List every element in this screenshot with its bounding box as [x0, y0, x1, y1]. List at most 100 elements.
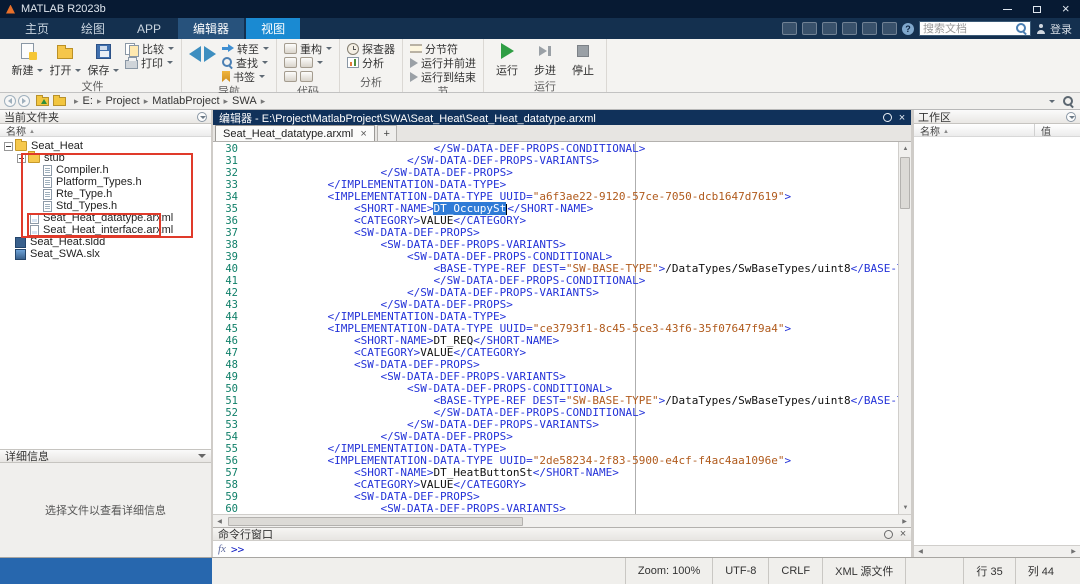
- step-button[interactable]: 步进: [529, 42, 561, 78]
- print-button[interactable]: 打印: [125, 56, 174, 70]
- tree-item-stub[interactable]: stub: [0, 151, 211, 164]
- breadcrumb-segment[interactable]: MatlabProject: [150, 95, 221, 107]
- navigate-back-button[interactable]: [189, 46, 201, 65]
- panel-menu-icon[interactable]: [197, 111, 207, 122]
- doc-search-input[interactable]: [923, 22, 1016, 35]
- close-panel-icon[interactable]: [900, 528, 906, 540]
- current-folder-header: 当前文件夹: [0, 110, 211, 124]
- statusbar: Zoom: 100% UTF-8 CRLF XML 源文件 行 35 列 44: [0, 557, 1080, 584]
- tree-item-Rte_Type.h[interactable]: Rte_Type.h: [0, 188, 211, 200]
- code-area[interactable]: </SW-DATA-DEF-PROPS-CONDITIONAL> </SW-DA…: [243, 142, 898, 514]
- close-panel-icon[interactable]: [899, 112, 905, 124]
- scroll-down-arrow[interactable]: [899, 501, 911, 514]
- chevron-down-icon: [326, 47, 332, 50]
- copy-icon[interactable]: [822, 22, 837, 35]
- collapse-toggle-icon[interactable]: [4, 141, 13, 151]
- tab-view[interactable]: 视图: [246, 18, 301, 39]
- code-tools-row-2[interactable]: [284, 70, 332, 83]
- help-icon[interactable]: [902, 22, 914, 35]
- tree-item-Seat_Heat_datatype.arxml[interactable]: Seat_Heat_datatype.arxml: [0, 212, 211, 224]
- find-button[interactable]: 查找: [222, 56, 269, 70]
- tab-apps[interactable]: APP: [122, 18, 176, 39]
- up-folder-button[interactable]: [36, 94, 49, 106]
- browse-folder-button[interactable]: [53, 94, 66, 106]
- status-filetype[interactable]: XML 源文件: [822, 558, 905, 584]
- save-button[interactable]: 保存: [87, 42, 119, 78]
- chevron-down-icon: [168, 47, 174, 50]
- analyze-button[interactable]: 分析: [347, 56, 395, 70]
- address-search-icon[interactable]: [1063, 95, 1074, 107]
- navigate-forward-button[interactable]: [204, 46, 216, 65]
- workspace-scrollbar[interactable]: [914, 545, 1080, 557]
- breadcrumb-segment[interactable]: E:: [81, 95, 95, 107]
- goto-button[interactable]: 转至: [222, 42, 269, 56]
- status-encoding[interactable]: UTF-8: [712, 558, 768, 584]
- document-tab[interactable]: Seat_Heat_datatype.arxml: [215, 125, 375, 141]
- stop-button[interactable]: 停止: [567, 42, 599, 78]
- run-button[interactable]: 运行: [491, 42, 523, 78]
- name-column-header[interactable]: 名称: [0, 124, 211, 138]
- tab-editor[interactable]: 编辑器: [178, 18, 245, 39]
- tree-item-Std_Types.h[interactable]: Std_Types.h: [0, 200, 211, 212]
- sort-ascending-icon: [26, 125, 35, 136]
- address-bar-right: [1048, 95, 1074, 107]
- new-button[interactable]: 新建: [11, 42, 43, 78]
- new-tab-button[interactable]: [376, 125, 397, 141]
- code-line-60[interactable]: <SW-DATA-DEF-PROPS-VARIANTS>: [243, 503, 898, 515]
- tab-home[interactable]: 主页: [10, 18, 64, 39]
- cut-icon[interactable]: [802, 22, 817, 35]
- workspace-name-column[interactable]: 名称: [914, 124, 1035, 138]
- section-break-button[interactable]: 分节符: [410, 42, 476, 56]
- maximize-button[interactable]: [1022, 0, 1051, 18]
- redo-icon[interactable]: [882, 22, 897, 35]
- bookmark-button[interactable]: 书签: [222, 70, 269, 84]
- close-tab-icon[interactable]: [360, 128, 366, 140]
- horizontal-scrollbar[interactable]: [213, 514, 911, 527]
- back-arrow-icon: [8, 98, 12, 104]
- undo-icon[interactable]: [862, 22, 877, 35]
- breadcrumb-segment[interactable]: SWA: [230, 95, 259, 107]
- chevron-down-icon: [74, 68, 81, 72]
- run-advance-button[interactable]: 运行并前进: [410, 56, 476, 70]
- signin-button[interactable]: 登录: [1036, 21, 1072, 37]
- tree-item-Platform_Types.h[interactable]: Platform_Types.h: [0, 176, 211, 188]
- panel-menu-icon[interactable]: [1066, 111, 1076, 122]
- details-header[interactable]: 详细信息: [0, 449, 211, 463]
- profiler-button[interactable]: 探查器: [347, 42, 395, 56]
- tab-plots[interactable]: 绘图: [66, 18, 120, 39]
- collapse-toggle-icon[interactable]: [17, 153, 26, 163]
- compare-button[interactable]: 比较: [125, 42, 174, 57]
- save-icon[interactable]: [782, 22, 797, 35]
- forward-button[interactable]: [18, 95, 30, 107]
- tree-item-Seat_SWA.slx[interactable]: Seat_SWA.slx: [0, 248, 211, 260]
- doc-search-box[interactable]: [919, 21, 1031, 36]
- back-button[interactable]: [4, 95, 16, 107]
- refactor-button[interactable]: 重构: [284, 42, 332, 56]
- scroll-right-arrow[interactable]: [898, 515, 911, 528]
- code-tools-row-1[interactable]: [284, 56, 332, 69]
- tree-item-Seat_Heat.sldd[interactable]: Seat_Heat.sldd: [0, 236, 211, 248]
- status-zoom[interactable]: Zoom: 100%: [624, 558, 712, 584]
- panel-actions-icon[interactable]: [883, 529, 893, 539]
- workspace-value-column[interactable]: 值: [1035, 124, 1080, 138]
- vertical-scroll-thumb[interactable]: [900, 157, 910, 209]
- address-dropdown-icon[interactable]: [1049, 99, 1055, 103]
- tree-item-Compiler.h[interactable]: Compiler.h: [0, 164, 211, 176]
- command-prompt-area[interactable]: fx >>: [213, 541, 911, 557]
- tree-item-Seat_Heat_interface.arxml[interactable]: Seat_Heat_interface.arxml: [0, 224, 211, 236]
- vertical-scroll-track[interactable]: [899, 155, 911, 501]
- paste-icon[interactable]: [842, 22, 857, 35]
- panel-actions-icon[interactable]: [882, 113, 892, 122]
- status-eol[interactable]: CRLF: [768, 558, 822, 584]
- fx-indicator: fx: [218, 543, 226, 555]
- close-button[interactable]: [1051, 0, 1080, 18]
- horizontal-scroll-thumb[interactable]: [228, 516, 523, 526]
- run-to-end-button[interactable]: 运行到结束: [410, 70, 476, 84]
- open-button[interactable]: 打开: [49, 42, 81, 78]
- minimize-button[interactable]: [993, 0, 1022, 18]
- vertical-scrollbar[interactable]: [898, 142, 911, 514]
- maximize-icon: [1032, 5, 1041, 13]
- scroll-up-arrow[interactable]: [899, 142, 911, 155]
- breadcrumb-segment[interactable]: Project: [103, 95, 141, 107]
